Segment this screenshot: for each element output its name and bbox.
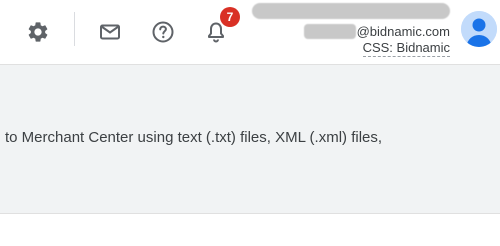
user-avatar-icon [461,11,497,47]
top-app-bar: 7 @bidnamic.com CSS: Bidnamic [0,0,500,65]
mail-button[interactable] [90,12,130,52]
description-text: to Merchant Center using text (.txt) fil… [5,129,383,146]
gear-icon [28,22,48,42]
notification-count-badge: 7 [220,7,240,27]
help-button[interactable] [143,12,183,52]
help-icon [152,21,174,43]
settings-button[interactable] [18,12,58,52]
mail-icon [100,24,120,40]
css-label[interactable]: CSS: Bidnamic [362,39,450,57]
account-email: @bidnamic.com [303,22,450,40]
avatar[interactable] [461,11,497,47]
redacted-email-user [303,23,356,39]
header-divider [74,12,75,46]
content-divider [0,213,500,214]
email-domain: @bidnamic.com [356,23,450,39]
redacted-account-name [252,3,450,19]
main-content: to Merchant Center using text (.txt) fil… [0,65,500,213]
account-info[interactable]: @bidnamic.com CSS: Bidnamic [250,3,450,59]
